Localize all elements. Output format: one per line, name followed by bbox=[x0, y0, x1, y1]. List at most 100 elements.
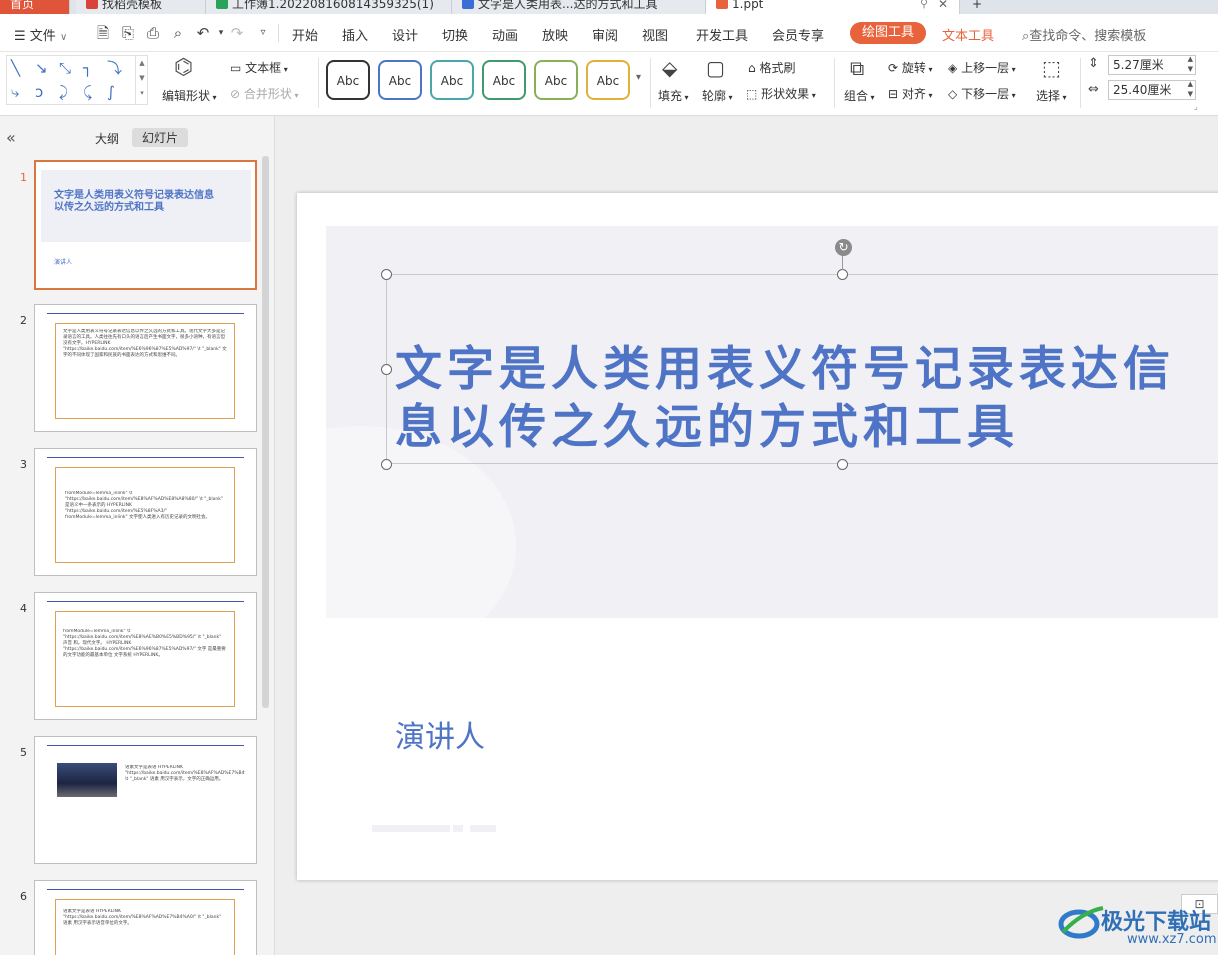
send-backward-button[interactable]: ◇ 下移一层 ▾ bbox=[948, 85, 1016, 102]
menu-design[interactable]: 设计 bbox=[392, 25, 418, 44]
divider bbox=[278, 24, 279, 42]
menu-start[interactable]: 开始 bbox=[292, 25, 318, 44]
merge-shape-button[interactable]: ⊘ 合并形状 ▾ bbox=[230, 85, 298, 102]
align-button[interactable]: ⊟ 对齐 ▾ bbox=[888, 85, 932, 102]
tab-template-label: 找稻壳模板 bbox=[102, 0, 163, 11]
thumb-body-text: fromModule=lemma_inlink" \t "https://bai… bbox=[63, 629, 226, 658]
search-command[interactable]: ⌕查找命令、搜索模板 bbox=[1022, 25, 1146, 44]
shape-gallery[interactable]: ╲ ↘ ⤡ ┐ ⤵ ⤷ ↄ ⤸ ⤹ ∫ ▲ ▼ ▾ bbox=[6, 55, 148, 105]
curve-connector-icon[interactable]: ↄ bbox=[35, 84, 43, 100]
close-icon[interactable]: ✕ bbox=[938, 0, 948, 14]
gallery-scroll-icon[interactable]: ▲ ▼ ▾ bbox=[135, 56, 148, 104]
spreadsheet-icon bbox=[216, 0, 228, 9]
chevron-down-icon: ▾ bbox=[1009, 91, 1016, 100]
save-icon[interactable]: 🗎 bbox=[94, 24, 112, 42]
resize-handle[interactable] bbox=[381, 459, 392, 470]
style-gallery-more-icon[interactable]: ▾ bbox=[636, 72, 641, 83]
shape-style-3[interactable]: Abc bbox=[430, 60, 474, 100]
file-menu[interactable]: ☰ 文件 ∨ bbox=[14, 25, 67, 44]
resize-handle[interactable] bbox=[837, 459, 848, 470]
decorative-bar bbox=[372, 825, 450, 832]
edit-shape-button[interactable]: 编辑形状 ▾ bbox=[162, 87, 217, 104]
line-shape-icon[interactable]: ╲ bbox=[11, 60, 20, 76]
redo-icon[interactable]: ↷ bbox=[228, 24, 246, 42]
select-button[interactable]: 选择 ▾ bbox=[1036, 87, 1067, 104]
slide-thumbnail-3[interactable]: fromModule=lemma_inlink" \t "https://bai… bbox=[34, 448, 257, 576]
outline-label: 轮廓 bbox=[702, 89, 727, 103]
slide-thumbnail-4[interactable]: fromModule=lemma_inlink" \t "https://bai… bbox=[34, 592, 257, 720]
tab-workbook[interactable]: 工作簿1.202208160814359325(1) bbox=[206, 0, 452, 14]
menu-developer[interactable]: 开发工具 bbox=[696, 25, 748, 44]
shape-style-5[interactable]: Abc bbox=[534, 60, 578, 100]
shape-width-input[interactable]: 25.40厘米 ▲ ▼ bbox=[1108, 80, 1196, 100]
thumbnail-scrollbar[interactable] bbox=[262, 156, 269, 708]
menu-slideshow[interactable]: 放映 bbox=[542, 25, 568, 44]
tab-document[interactable]: 文字是人类用表...达的方式和工具 bbox=[452, 0, 706, 14]
slide-thumbnail-1[interactable]: 文字是人类用表义符号记录表达信息以传之久远的方式和工具 演讲人 bbox=[34, 160, 257, 290]
shape-effect-button[interactable]: ⬚ 形状效果 ▾ bbox=[746, 85, 816, 102]
resize-handle[interactable] bbox=[381, 364, 392, 375]
divider bbox=[318, 58, 319, 108]
freeform-icon[interactable]: ∫ bbox=[107, 84, 115, 100]
tab-home[interactable]: 首页 bbox=[0, 0, 70, 14]
export-pdf-icon[interactable]: ⎘ bbox=[119, 24, 137, 42]
print-preview-icon[interactable]: ⌕ bbox=[169, 24, 187, 42]
resize-handle[interactable] bbox=[381, 269, 392, 280]
slide-thumbnail-2[interactable]: 文字是人类用表义符号记录表达信息以传之久远的方式和工具。现代文字大多是记录语言的… bbox=[34, 304, 257, 432]
current-slide[interactable]: 文字是人类用表义符号记录表达信息以传之久远的方式和工具 ↻ 演讲人 bbox=[297, 193, 1218, 880]
bring-forward-button[interactable]: ◈ 上移一层 ▾ bbox=[948, 59, 1016, 76]
collapse-panel-icon[interactable]: « bbox=[6, 128, 16, 147]
slide-speaker[interactable]: 演讲人 bbox=[395, 712, 485, 756]
fill-button[interactable]: 填充 ▾ bbox=[658, 87, 689, 104]
format-painter-button[interactable]: ⌂ 格式刷 bbox=[748, 59, 795, 76]
selected-textbox[interactable]: 文字是人类用表义符号记录表达信息以传之久远的方式和工具 bbox=[386, 274, 1218, 464]
tab-template[interactable]: 找稻壳模板 bbox=[76, 0, 206, 14]
elbow-arrow-icon[interactable]: ⤵ bbox=[107, 60, 122, 76]
resize-handle[interactable] bbox=[837, 269, 848, 280]
slide-title[interactable]: 文字是人类用表义符号记录表达信息以传之久远的方式和工具 bbox=[395, 341, 1218, 461]
slide-number: 4 bbox=[20, 602, 27, 615]
tab-ppt[interactable]: 1.ppt ⚲ ✕ bbox=[706, 0, 960, 14]
elbow-double-arrow-icon[interactable]: ⤷ bbox=[11, 84, 19, 100]
tab-slides[interactable]: 幻灯片 bbox=[132, 128, 189, 147]
curve-arrow-icon[interactable]: ⤸ bbox=[59, 84, 68, 100]
rotate-button[interactable]: ⟳ 旋转 ▾ bbox=[888, 59, 932, 76]
quick-access-more-icon[interactable]: ▿ bbox=[254, 24, 272, 42]
add-tab-button[interactable]: + bbox=[962, 0, 992, 14]
undo-icon[interactable]: ↶ bbox=[194, 24, 212, 42]
arrow-shape-icon[interactable]: ↘ bbox=[35, 60, 48, 76]
slide-thumbnail-6[interactable]: 语素文字是表语 HYPERLINK "https://baike.baidu.c… bbox=[34, 880, 257, 955]
tab-text-tools[interactable]: 文本工具 bbox=[942, 25, 994, 44]
shape-style-4[interactable]: Abc bbox=[482, 60, 526, 100]
height-stepper-icon[interactable]: ▲ ▼ bbox=[1188, 54, 1193, 74]
tab-drawing-tools[interactable]: 绘图工具 bbox=[850, 22, 927, 44]
shape-style-2[interactable]: Abc bbox=[378, 60, 422, 100]
menu-insert[interactable]: 插入 bbox=[342, 25, 368, 44]
shape-height-input[interactable]: 5.27厘米 ▲ ▼ bbox=[1108, 55, 1196, 75]
menu-transition[interactable]: 切换 bbox=[442, 25, 468, 44]
outline-button[interactable]: 轮廓 ▾ bbox=[702, 87, 733, 104]
print-icon[interactable]: ⎙ bbox=[144, 24, 162, 42]
send-backward-icon: ◇ bbox=[948, 87, 958, 101]
menu-view[interactable]: 视图 bbox=[642, 25, 668, 44]
chevron-down-icon: ▾ bbox=[925, 65, 933, 74]
group-button[interactable]: 组合 ▾ bbox=[844, 87, 875, 104]
shape-style-1[interactable]: Abc bbox=[326, 60, 370, 100]
shape-style-6[interactable]: Abc bbox=[586, 60, 630, 100]
slide-thumbnail-5[interactable]: 语素文字是表语 HYPERLINK "https://baike.baidu.c… bbox=[34, 736, 257, 864]
tab-outline[interactable]: 大纲 bbox=[95, 130, 119, 147]
menu-animation[interactable]: 动画 bbox=[492, 25, 518, 44]
elbow-connector-icon[interactable]: ┐ bbox=[83, 60, 92, 76]
double-arrow-shape-icon[interactable]: ⤡ bbox=[59, 60, 71, 76]
slide-number: 3 bbox=[20, 458, 27, 471]
width-stepper-icon[interactable]: ▲ ▼ bbox=[1188, 79, 1193, 99]
curve-double-arrow-icon[interactable]: ⤹ bbox=[83, 84, 92, 100]
pin-icon[interactable]: ⚲ bbox=[920, 0, 928, 14]
rotate-handle-icon[interactable]: ↻ bbox=[835, 239, 852, 256]
menu-review[interactable]: 审阅 bbox=[592, 25, 618, 44]
text-box-button[interactable]: ▭ 文本框 ▾ bbox=[230, 59, 288, 76]
document-tab-strip: 首页 找稻壳模板 工作簿1.202208160814359325(1) 文字是人… bbox=[0, 0, 1218, 14]
menu-member[interactable]: 会员专享 bbox=[772, 25, 824, 44]
dialog-launcher-icon[interactable]: ⌟ bbox=[1194, 102, 1198, 111]
bring-forward-icon: ◈ bbox=[948, 61, 958, 75]
